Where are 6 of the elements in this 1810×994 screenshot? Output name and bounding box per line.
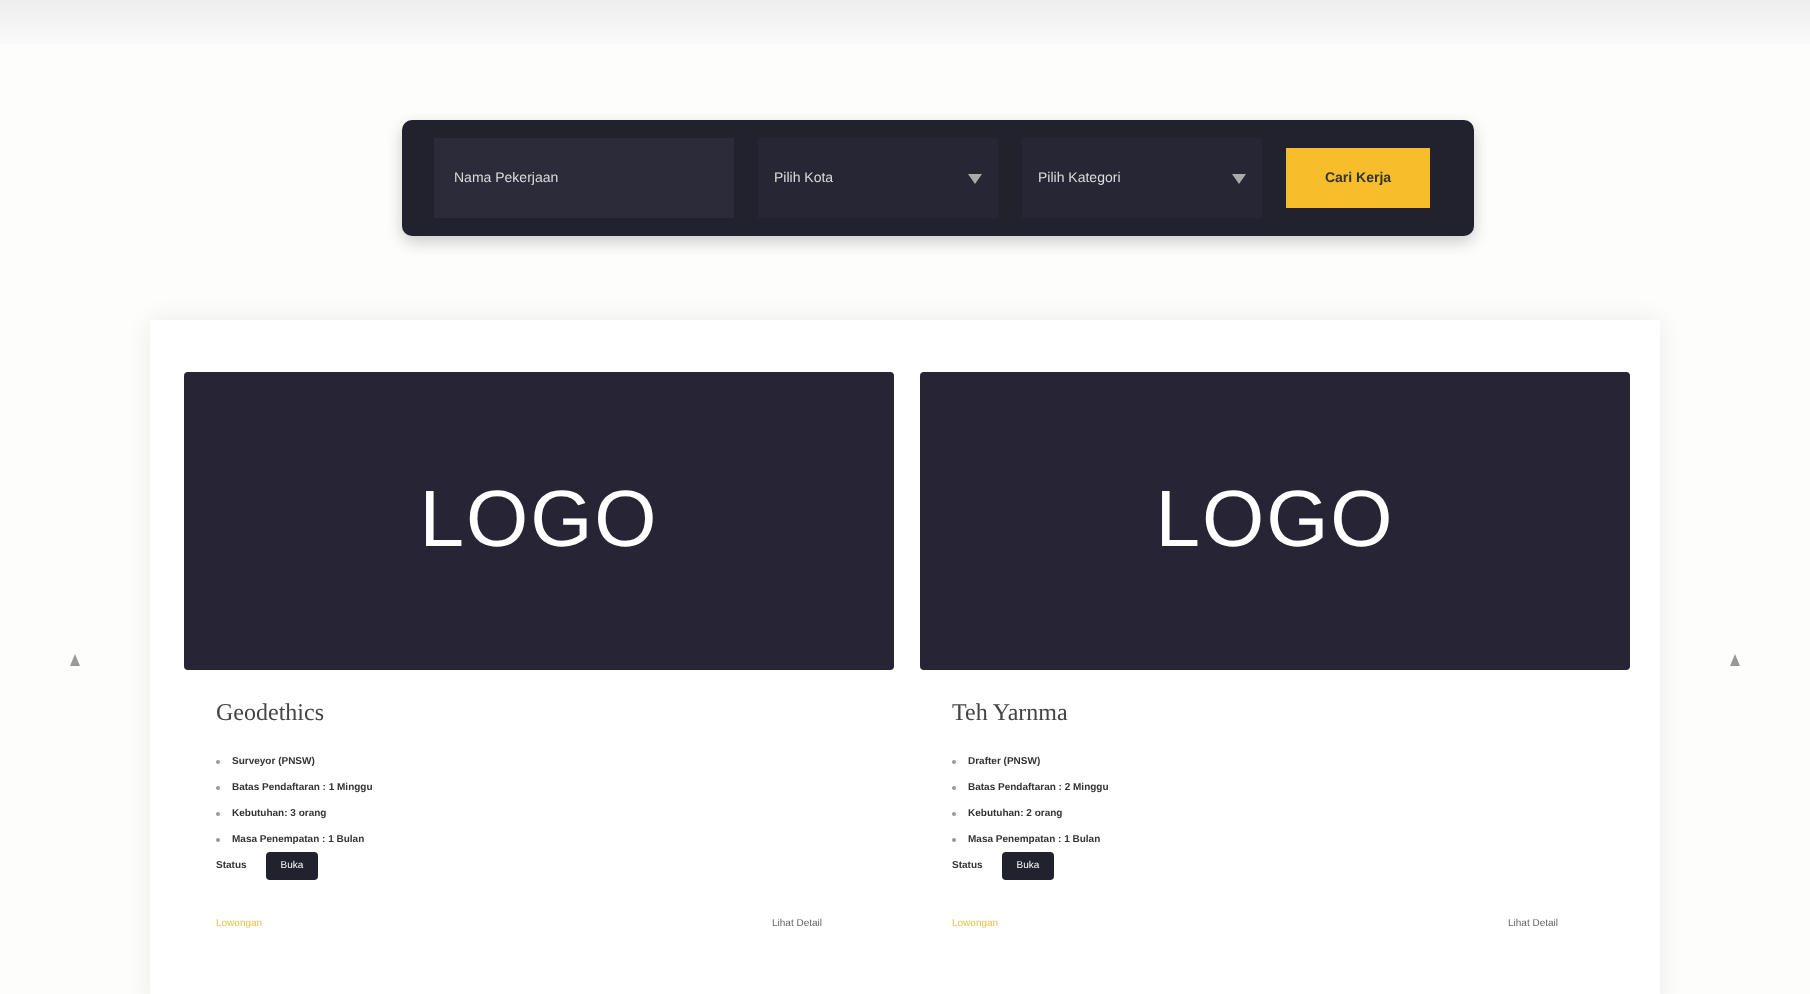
caret-icon <box>1232 173 1246 183</box>
company-name: Teh Yarnma <box>952 698 1070 728</box>
caret-icon <box>968 173 982 183</box>
logo-text: LOGO <box>1155 476 1395 566</box>
logo-text: LOGO <box>419 476 659 566</box>
company-name: Geodethics <box>216 698 326 728</box>
